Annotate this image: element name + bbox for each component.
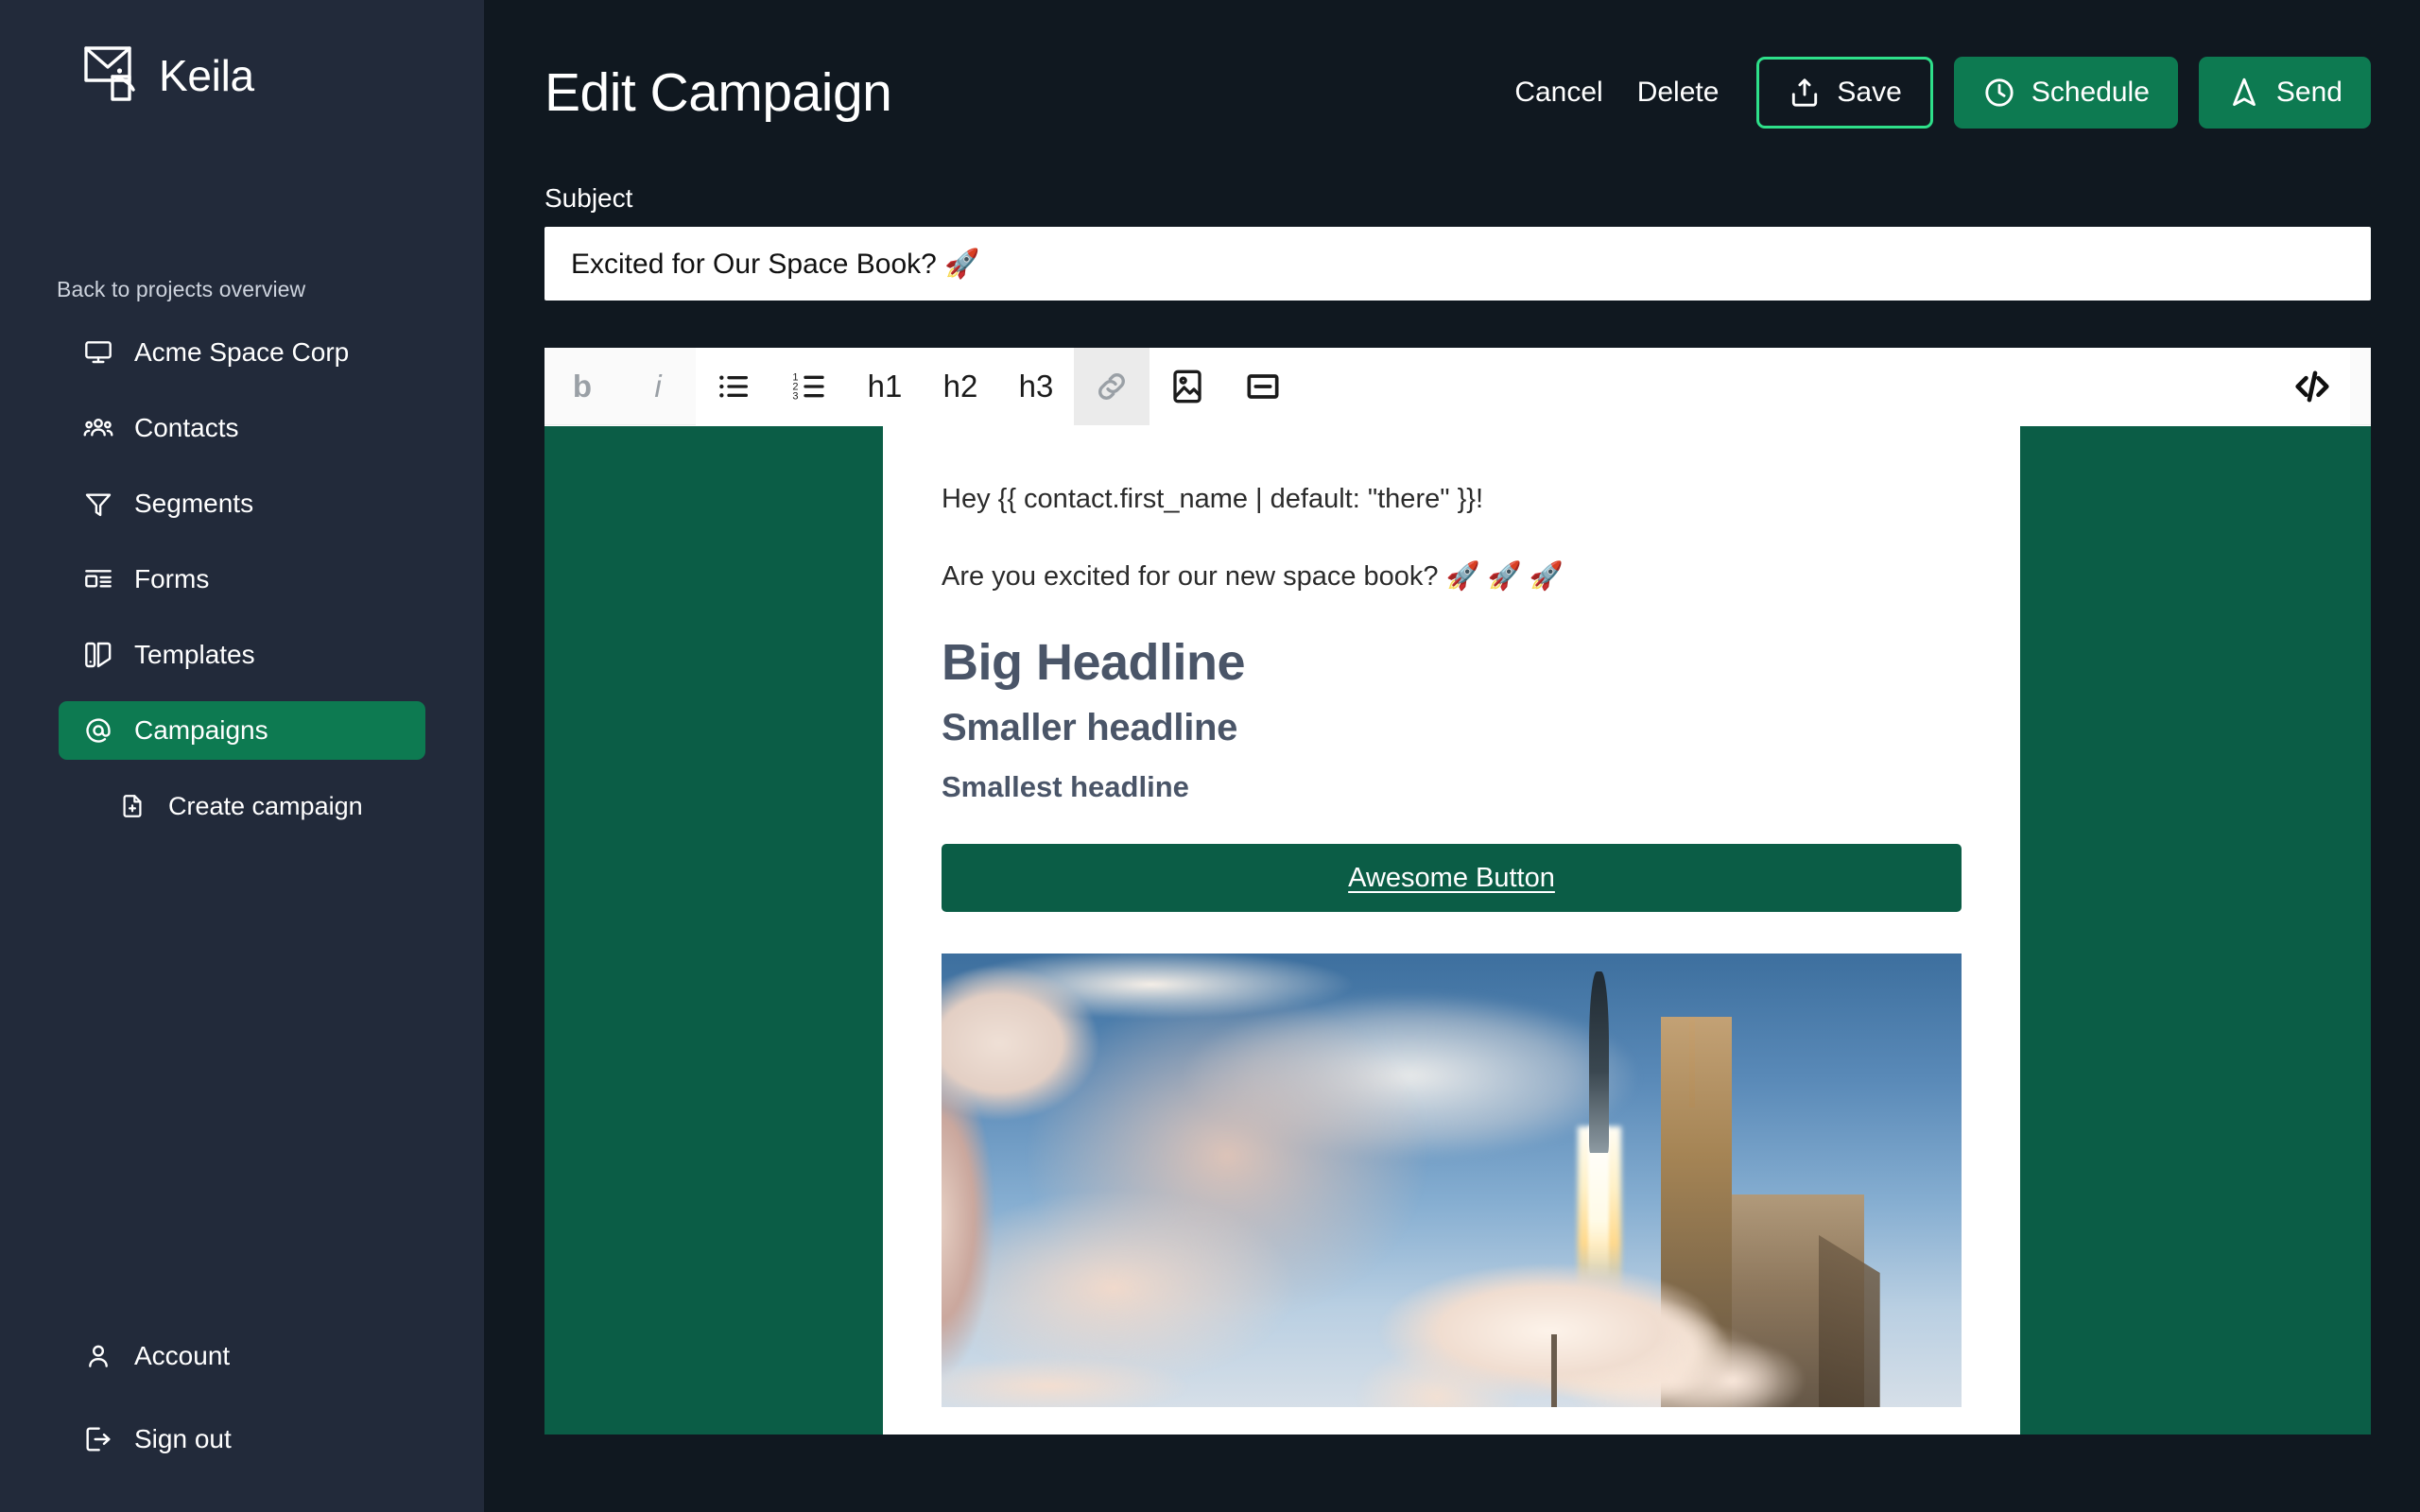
greeting-paragraph: Hey {{ contact.first_name | default: "th… — [942, 484, 1484, 514]
subject-label: Subject — [544, 183, 633, 213]
send-button-label: Send — [2275, 77, 2342, 108]
send-arrow-icon — [2227, 76, 2261, 110]
italic-button[interactable]: i — [620, 348, 696, 425]
sidebar-item-templates[interactable]: Templates — [59, 626, 425, 684]
at-sign-icon — [83, 715, 113, 746]
bold-button[interactable]: b — [544, 348, 620, 425]
sidebar-item-account[interactable]: Account — [59, 1327, 425, 1385]
code-view-button[interactable] — [2274, 348, 2350, 425]
editor-toolbar: b i 1 2 3 h1 h2 h3 — [544, 348, 2371, 425]
users-icon — [83, 413, 113, 443]
sidebar: Keila Back to projects overview Acme Spa… — [0, 0, 484, 1512]
sidebar-item-label: Templates — [134, 640, 255, 669]
image-rocket-body — [1589, 971, 1609, 1154]
email-preview-canvas: Hey {{ contact.first_name | default: "th… — [544, 426, 2371, 1435]
sidebar-item-create-campaign[interactable]: Create campaign — [59, 777, 425, 835]
email-editor: b i 1 2 3 h1 h2 h3 Hey {{contact.first_… — [544, 348, 2371, 1435]
ordered-list-button[interactable]: 1 2 3 — [771, 348, 847, 425]
sidebar-bottom-nav: Account Sign out — [0, 1327, 484, 1512]
heading-level-3: Smallest headline — [942, 770, 1189, 804]
sidebar-item-label: Acme Space Corp — [134, 337, 350, 367]
sidebar-nav: Acme Space Corp Contacts Segments Forms … — [0, 323, 484, 852]
funnel-icon — [83, 489, 113, 519]
link-icon — [1093, 368, 1131, 405]
delete-button[interactable]: Delete — [1620, 78, 1737, 107]
horizontal-rule-icon — [1244, 368, 1282, 405]
save-button-label: Save — [1837, 77, 1902, 108]
file-plus-icon — [117, 793, 147, 819]
app-root: Keila Back to projects overview Acme Spa… — [0, 0, 2420, 1512]
bullet-list-icon — [715, 368, 752, 405]
email-body[interactable]: Hey {{ contact.first_name | default: "th… — [883, 426, 2020, 1408]
sidebar-item-sign-out[interactable]: Sign out — [59, 1410, 425, 1469]
svg-text:3: 3 — [792, 390, 798, 402]
sidebar-item-segments[interactable]: Segments — [59, 474, 425, 533]
clock-icon — [1982, 76, 2016, 110]
sidebar-item-label: Segments — [134, 489, 254, 518]
logout-icon — [83, 1424, 113, 1454]
sidebar-item-forms[interactable]: Forms — [59, 550, 425, 609]
main-content: Edit Campaign Cancel Delete Save Schedul… — [484, 0, 2420, 1512]
toolbar-spacer — [1301, 348, 2274, 425]
cancel-button[interactable]: Cancel — [1497, 78, 1619, 107]
monitor-icon — [83, 337, 113, 368]
sidebar-item-acme-space-corp[interactable]: Acme Space Corp — [59, 323, 425, 382]
h2-button[interactable]: h2 — [923, 348, 998, 425]
sidebar-item-label: Create campaign — [168, 791, 363, 820]
sidebar-item-label: Contacts — [134, 413, 239, 442]
layout-form-icon — [83, 564, 113, 594]
sidebar-item-contacts[interactable]: Contacts — [59, 399, 425, 457]
email-paper: Hey {{ contact.first_name | default: "th… — [883, 426, 2020, 1435]
subject-field-group: Subject — [484, 185, 2420, 301]
image-icon — [1168, 368, 1206, 405]
back-to-projects-link[interactable]: Back to projects overview — [57, 277, 484, 302]
schedule-button-label: Schedule — [2031, 77, 2150, 108]
sidebar-item-label: Forms — [134, 564, 210, 593]
sidebar-item-campaigns[interactable]: Campaigns — [59, 701, 425, 760]
bullet-list-button[interactable] — [696, 348, 771, 425]
user-icon — [83, 1341, 113, 1371]
image-bottom-cloud-layer — [1329, 1244, 1819, 1408]
page-title: Edit Campaign — [544, 61, 892, 123]
heading-level-2: Smaller headline — [942, 707, 1238, 749]
awesome-button[interactable]: Awesome Button — [942, 844, 1962, 913]
header-actions: Cancel Delete Save Schedule Send — [1497, 57, 2371, 129]
h3-button[interactable]: h3 — [998, 348, 1074, 425]
subject-input[interactable] — [544, 227, 2371, 301]
divider-button[interactable] — [1225, 348, 1301, 425]
brand-logo[interactable]: Keila — [0, 0, 484, 101]
image-button[interactable] — [1150, 348, 1225, 425]
code-icon — [2290, 365, 2334, 408]
sidebar-item-label: Campaigns — [134, 715, 268, 745]
rocket-launch-image — [942, 954, 1962, 1408]
page-header: Edit Campaign Cancel Delete Save Schedul… — [484, 0, 2420, 185]
intro-paragraph: Are you excited for our new space book? … — [942, 560, 1564, 592]
send-button[interactable]: Send — [2198, 57, 2371, 129]
sidebar-item-label: Account — [134, 1341, 231, 1370]
schedule-button[interactable]: Schedule — [1953, 57, 2178, 129]
save-button[interactable]: Save — [1756, 57, 1933, 129]
template-swatch-icon — [83, 640, 113, 670]
awesome-button-label: Awesome Button — [1348, 862, 1555, 893]
brand-name: Keila — [159, 51, 254, 100]
sidebar-item-label: Sign out — [134, 1424, 232, 1453]
h1-button[interactable]: h1 — [847, 348, 923, 425]
link-button[interactable] — [1074, 348, 1150, 425]
heading-level-1: Big Headline — [942, 634, 1246, 691]
envelope-logo-icon — [83, 44, 146, 103]
ordered-list-icon: 1 2 3 — [790, 368, 828, 405]
save-tray-icon — [1788, 76, 1822, 110]
image-ground-mast — [1551, 1334, 1558, 1408]
